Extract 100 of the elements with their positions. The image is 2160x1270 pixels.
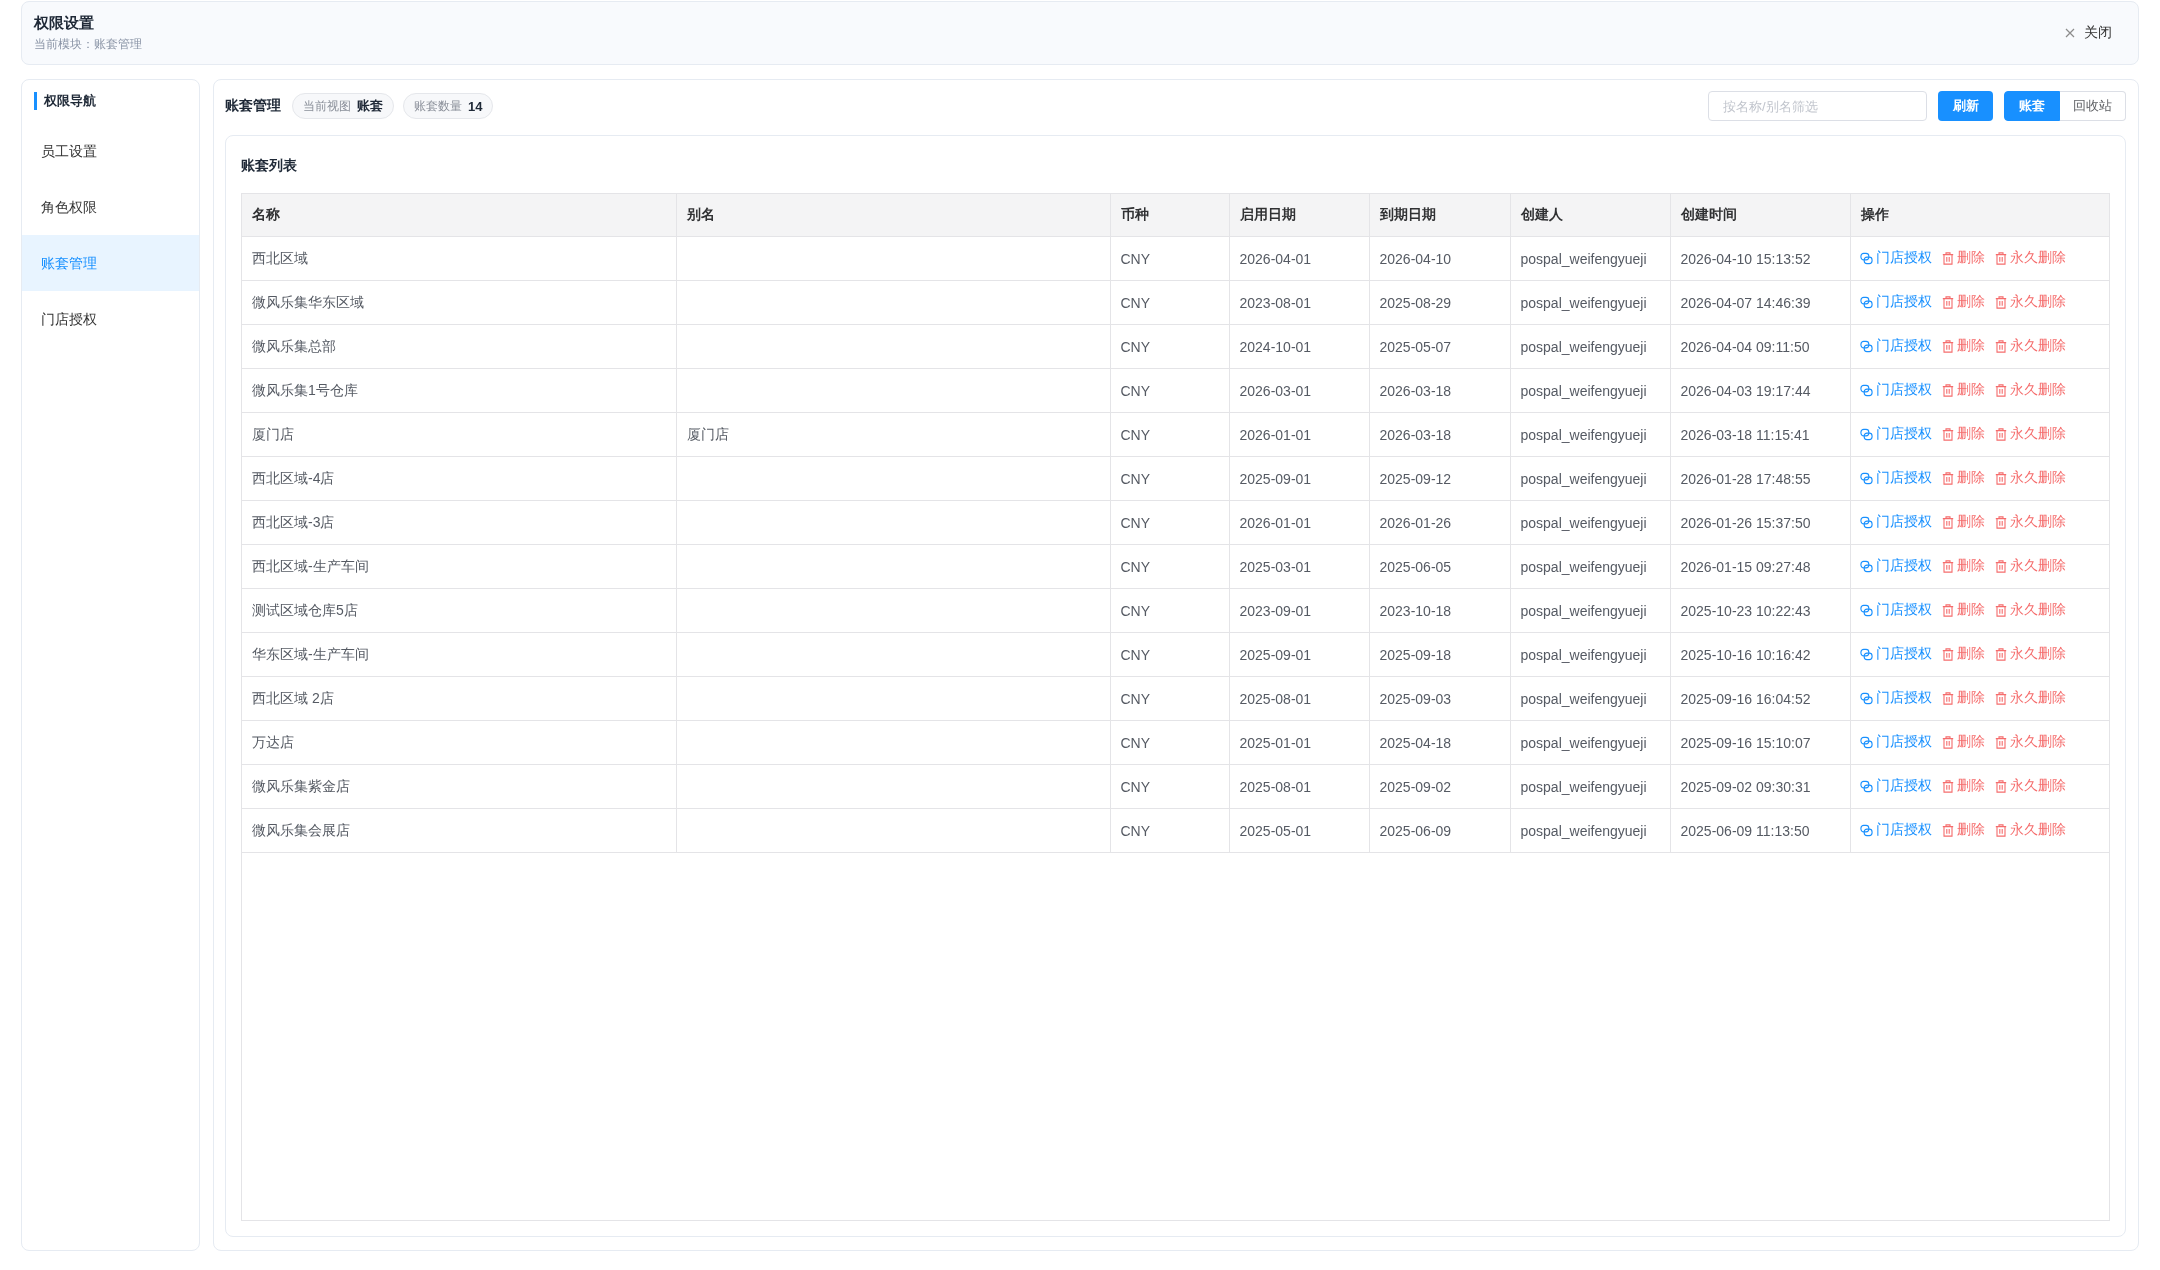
- table-cell: pospal_weifengyueji: [1520, 382, 1647, 399]
- table-cell: 2026-03-18: [1379, 426, 1452, 443]
- store-authorize-link[interactable]: 门店授权: [1859, 557, 1932, 576]
- link-icon: [1859, 823, 1873, 837]
- table-cell: 2025-09-03: [1379, 690, 1452, 707]
- permanent-delete-link[interactable]: 永久删除: [1994, 689, 2066, 708]
- permanent-delete-link[interactable]: 永久删除: [1994, 821, 2066, 840]
- table-cell: 2026-01-15 09:27:48: [1680, 558, 1811, 575]
- store-authorize-link[interactable]: 门店授权: [1859, 601, 1932, 620]
- table-cell: 2025-09-12: [1379, 470, 1452, 487]
- table-cell: pospal_weifengyueji: [1520, 646, 1647, 663]
- store-authorize-link[interactable]: 门店授权: [1859, 689, 1932, 708]
- table-cell: 西北区域: [252, 249, 308, 266]
- store-authorize-link[interactable]: 门店授权: [1859, 733, 1932, 752]
- store-authorize-link[interactable]: 门店授权: [1859, 425, 1932, 444]
- refresh-button[interactable]: 刷新: [1938, 91, 1993, 121]
- delete-link[interactable]: 删除: [1941, 337, 1985, 356]
- search-field[interactable]: 按名称/别名筛选: [1708, 91, 1927, 121]
- store-authorize-link[interactable]: 门店授权: [1859, 513, 1932, 532]
- trash-icon: [1994, 383, 2007, 397]
- permanent-delete-link[interactable]: 永久删除: [1994, 249, 2066, 268]
- store-authorize-link[interactable]: 门店授权: [1859, 469, 1932, 488]
- view-tab[interactable]: 回收站: [2060, 91, 2126, 121]
- table-cell: pospal_weifengyueji: [1520, 690, 1647, 707]
- delete-link[interactable]: 删除: [1941, 425, 1985, 444]
- table-cell: 2026-04-07 14:46:39: [1680, 294, 1811, 311]
- delete-link[interactable]: 删除: [1941, 601, 1985, 620]
- table-cell: CNY: [1120, 822, 1151, 839]
- table-cell: 厦门店: [252, 425, 294, 442]
- permanent-delete-link[interactable]: 永久删除: [1994, 293, 2066, 312]
- trash-icon: [1941, 383, 1954, 397]
- permanent-delete-link[interactable]: 永久删除: [1994, 381, 2066, 400]
- sidebar-item[interactable]: 员工设置: [22, 123, 199, 179]
- column-header: 创建时间: [1670, 194, 1850, 237]
- table-cell: pospal_weifengyueji: [1520, 514, 1647, 531]
- table-cell: 2026-03-18: [1379, 382, 1452, 399]
- trash-icon: [1941, 559, 1954, 573]
- table-cell: 2026-04-10 15:13:52: [1680, 250, 1811, 267]
- permanent-delete-link[interactable]: 永久删除: [1994, 777, 2066, 796]
- store-authorize-link[interactable]: 门店授权: [1859, 293, 1932, 312]
- delete-link[interactable]: 删除: [1941, 381, 1985, 400]
- delete-link[interactable]: 删除: [1941, 645, 1985, 664]
- link-icon: [1859, 427, 1873, 441]
- chip-label: 账套数量: [414, 97, 462, 115]
- permanent-delete-link[interactable]: 永久删除: [1994, 513, 2066, 532]
- table-cell: 2023-09-01: [1239, 602, 1312, 619]
- link-icon: [1859, 251, 1873, 265]
- trash-icon: [1994, 427, 2007, 441]
- trash-icon: [1994, 735, 2007, 749]
- trash-icon: [1941, 471, 1954, 485]
- table-cell: CNY: [1120, 426, 1151, 443]
- permanent-delete-link[interactable]: 永久删除: [1994, 601, 2066, 620]
- table-cell: CNY: [1120, 382, 1151, 399]
- store-authorize-link[interactable]: 门店授权: [1859, 381, 1932, 400]
- store-authorize-link[interactable]: 门店授权: [1859, 821, 1932, 840]
- store-authorize-link[interactable]: 门店授权: [1859, 337, 1932, 356]
- table-cell: CNY: [1120, 470, 1151, 487]
- column-header: 操作: [1850, 194, 2109, 237]
- permanent-delete-link[interactable]: 永久删除: [1994, 733, 2066, 752]
- permanent-delete-link[interactable]: 永久删除: [1994, 645, 2066, 664]
- trash-icon: [1941, 339, 1954, 353]
- delete-link[interactable]: 删除: [1941, 821, 1985, 840]
- delete-link[interactable]: 删除: [1941, 557, 1985, 576]
- table-cell: 2025-09-01: [1239, 470, 1312, 487]
- table-cell: pospal_weifengyueji: [1520, 558, 1647, 575]
- link-icon: [1859, 559, 1873, 573]
- sidebar-item[interactable]: 角色权限: [22, 179, 199, 235]
- table-cell: 微风乐集1号仓库: [252, 381, 358, 398]
- sidebar-item[interactable]: 门店授权: [22, 291, 199, 347]
- table-cell: CNY: [1120, 250, 1151, 267]
- trash-icon: [1994, 559, 2007, 573]
- permanent-delete-link[interactable]: 永久删除: [1994, 425, 2066, 444]
- trash-icon: [1994, 471, 2007, 485]
- table-cell: 2024-10-01: [1239, 338, 1312, 355]
- table-cell: 西北区域 2店: [252, 689, 334, 706]
- store-authorize-link[interactable]: 门店授权: [1859, 645, 1932, 664]
- delete-link[interactable]: 删除: [1941, 293, 1985, 312]
- delete-link[interactable]: 删除: [1941, 249, 1985, 268]
- view-tab[interactable]: 账套: [2004, 91, 2060, 121]
- store-authorize-link[interactable]: 门店授权: [1859, 249, 1932, 268]
- delete-link[interactable]: 删除: [1941, 733, 1985, 752]
- permanent-delete-link[interactable]: 永久删除: [1994, 337, 2066, 356]
- store-authorize-link[interactable]: 门店授权: [1859, 777, 1932, 796]
- permanent-delete-link[interactable]: 永久删除: [1994, 557, 2066, 576]
- delete-link[interactable]: 删除: [1941, 689, 1985, 708]
- trash-icon: [1941, 251, 1954, 265]
- delete-link[interactable]: 删除: [1941, 777, 1985, 796]
- sidebar-item[interactable]: 账套管理: [22, 235, 199, 291]
- trash-icon: [1941, 647, 1954, 661]
- table-cell: 西北区域-生产车间: [252, 557, 369, 574]
- permanent-delete-link[interactable]: 永久删除: [1994, 469, 2066, 488]
- trash-icon: [1941, 515, 1954, 529]
- table-cell: 2026-03-01: [1239, 382, 1312, 399]
- table-cell: 2023-08-01: [1239, 294, 1312, 311]
- table-cell: 微风乐集华东区域: [252, 293, 364, 310]
- column-header: 到期日期: [1369, 194, 1510, 237]
- delete-link[interactable]: 删除: [1941, 513, 1985, 532]
- table-cell: CNY: [1120, 690, 1151, 707]
- delete-link[interactable]: 删除: [1941, 469, 1985, 488]
- close-button[interactable]: 关闭: [2065, 24, 2112, 42]
